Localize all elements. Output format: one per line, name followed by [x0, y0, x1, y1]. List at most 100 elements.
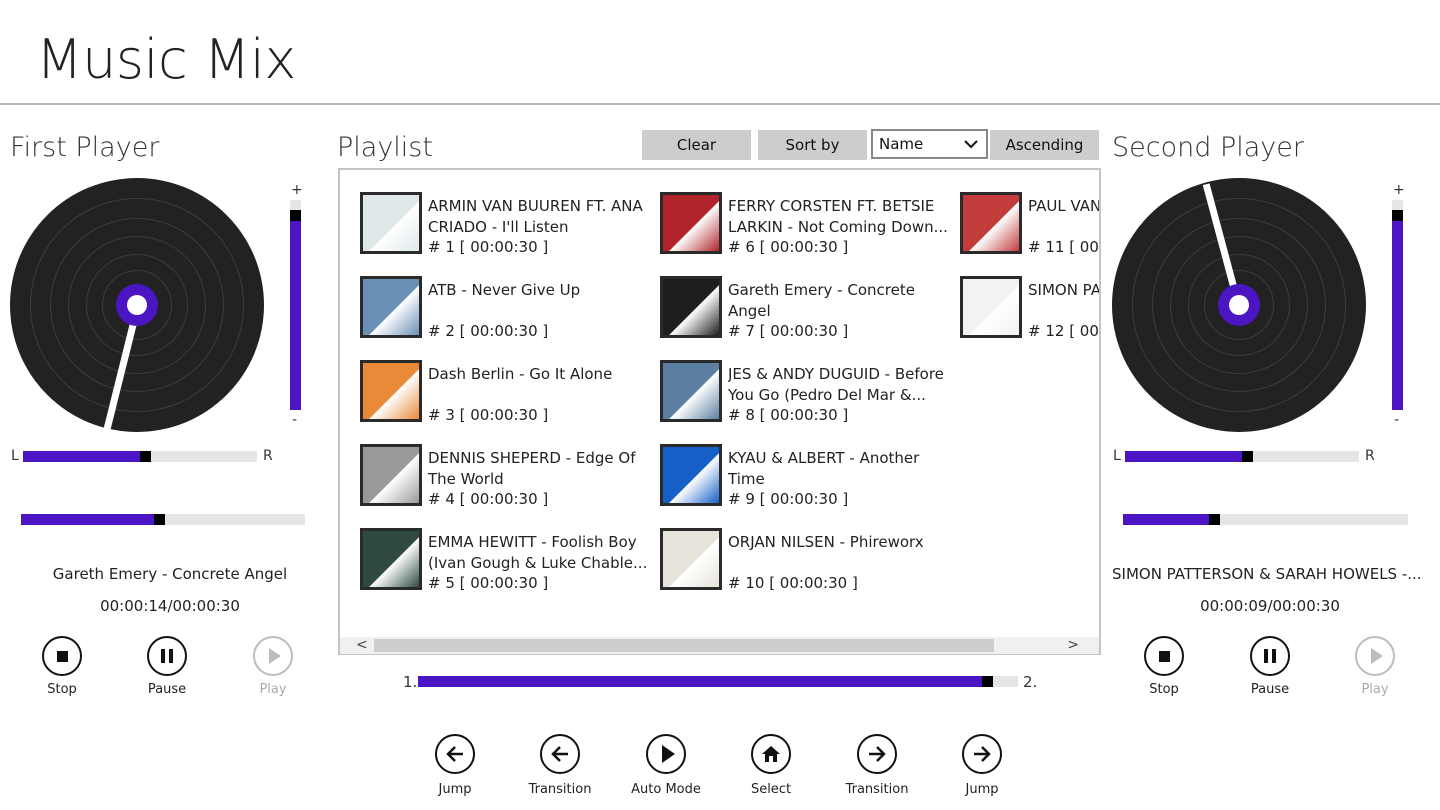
- album-art: [360, 192, 422, 254]
- track-meta: # 11 [ 00:00: [1028, 238, 1099, 256]
- stop-icon: [42, 636, 82, 676]
- clear-button[interactable]: Clear: [642, 130, 751, 160]
- jump-forward-button[interactable]: Jump: [942, 734, 1022, 797]
- auto-mode-button[interactable]: Auto Mode: [626, 734, 706, 797]
- playlist-track[interactable]: ORJAN NILSEN - Phireworx # 10 [ 00:00:30 …: [660, 528, 950, 598]
- track-title: Gareth Emery - Concrete Angel: [728, 281, 915, 320]
- second-volume-fill: [1392, 210, 1403, 410]
- transition-back-label: Transition: [528, 782, 592, 797]
- pause-icon: [147, 636, 187, 676]
- second-progress-slider[interactable]: [1123, 514, 1408, 525]
- transition-forward-button[interactable]: Transition: [837, 734, 917, 797]
- playlist-track[interactable]: ARMIN VAN BUUREN FT. ANA CRIADO - I'll L…: [360, 192, 650, 262]
- playlist-track[interactable]: PAUL VAN Don't Dese # 11 [ 00:00: [960, 192, 1099, 262]
- chevron-down-icon: [964, 140, 978, 149]
- first-balance-knob[interactable]: [140, 451, 151, 462]
- track-meta: # 1 [ 00:00:30 ]: [428, 238, 549, 256]
- track-title: ORJAN NILSEN - Phireworx: [728, 533, 924, 551]
- first-player-title: First Player: [10, 132, 160, 163]
- scroll-right-arrow[interactable]: >: [1067, 637, 1079, 654]
- second-progress-knob[interactable]: [1209, 514, 1220, 525]
- crossfader-slider[interactable]: [418, 676, 1018, 687]
- playlist-track[interactable]: SIMON PAT HOWELS - # 12 [ 00:00: [960, 276, 1100, 346]
- album-art: [360, 528, 422, 590]
- track-meta: # 8 [ 00:00:30 ]: [728, 406, 849, 424]
- second-volume-slider[interactable]: [1392, 200, 1403, 410]
- second-balance-slider[interactable]: [1125, 451, 1359, 462]
- second-player-turntable[interactable]: [1112, 178, 1366, 432]
- second-now-playing: SIMON PATTERSON & SARAH HOWELS -...: [1112, 565, 1422, 583]
- first-volume-slider[interactable]: [290, 200, 301, 410]
- first-play-label: Play: [259, 682, 287, 697]
- track-meta: # 5 [ 00:00:30 ]: [428, 574, 549, 592]
- first-progress-slider[interactable]: [21, 514, 305, 525]
- second-balance-knob[interactable]: [1242, 451, 1253, 462]
- first-stop-label: Stop: [47, 682, 77, 697]
- first-progress-knob[interactable]: [154, 514, 165, 525]
- playlist-track[interactable]: DENNIS SHEPERD - Edge Of The World # 4 [ …: [360, 444, 650, 514]
- jump-forward-label: Jump: [965, 782, 999, 797]
- first-volume-knob[interactable]: [290, 210, 301, 221]
- sort-field-select[interactable]: Name: [871, 129, 988, 159]
- track-meta: # 6 [ 00:00:30 ]: [728, 238, 849, 256]
- playlist-track[interactable]: ATB - Never Give Up # 2 [ 00:00:30 ]: [360, 276, 650, 346]
- arrow-left-icon: [435, 734, 475, 774]
- sort-by-button[interactable]: Sort by: [758, 130, 867, 160]
- second-progress-fill: [1123, 514, 1209, 525]
- playlist-track[interactable]: Gareth Emery - Concrete Angel # 7 [ 00:00…: [660, 276, 950, 346]
- track-title: Dash Berlin - Go It Alone: [428, 365, 613, 383]
- playlist-scrollbar[interactable]: < >: [340, 637, 1099, 654]
- first-balance-right-label: R: [263, 448, 273, 464]
- scrollbar-thumb[interactable]: [374, 639, 994, 652]
- album-art: [360, 276, 422, 338]
- first-balance-slider[interactable]: [23, 451, 257, 462]
- first-player-turntable[interactable]: [10, 178, 264, 432]
- first-play-button[interactable]: Play: [238, 636, 308, 697]
- playlist-track[interactable]: JES & ANDY DUGUID - Before You Go (Pedro…: [660, 360, 950, 430]
- second-time: 00:00:09/00:00:30: [1200, 597, 1340, 615]
- auto-mode-label: Auto Mode: [631, 782, 701, 797]
- playlist-track[interactable]: EMMA HEWITT - Foolish Boy (Ivan Gough & …: [360, 528, 650, 598]
- sort-field-value: Name: [879, 135, 924, 153]
- track-title: EMMA HEWITT - Foolish Boy (Ivan Gough & …: [428, 533, 648, 572]
- second-balance-right-label: R: [1365, 448, 1375, 464]
- track-meta: # 7 [ 00:00:30 ]: [728, 322, 849, 340]
- track-meta: # 10 [ 00:00:30 ]: [728, 574, 858, 592]
- playlist-track[interactable]: FERRY CORSTEN FT. BETSIE LARKIN - Not Co…: [660, 192, 950, 262]
- second-balance-left-label: L: [1113, 448, 1121, 464]
- crossfader-left-label: 1.: [403, 673, 418, 691]
- playlist-track[interactable]: Dash Berlin - Go It Alone # 3 [ 00:00:30 …: [360, 360, 650, 430]
- first-pause-button[interactable]: Pause: [132, 636, 202, 697]
- jump-back-button[interactable]: Jump: [415, 734, 495, 797]
- track-title: SIMON PAT HOWELS -: [1028, 281, 1100, 299]
- album-art: [660, 360, 722, 422]
- album-art: [660, 444, 722, 506]
- track-title: DENNIS SHEPERD - Edge Of The World: [428, 449, 636, 488]
- second-volume-plus: +: [1393, 182, 1405, 198]
- first-volume-fill: [290, 210, 301, 410]
- first-progress-fill: [21, 514, 154, 525]
- album-art: [660, 528, 722, 590]
- second-play-button[interactable]: Play: [1340, 636, 1410, 697]
- arrow-left-icon: [540, 734, 580, 774]
- ascending-button[interactable]: Ascending: [990, 130, 1099, 160]
- playlist-track[interactable]: KYAU & ALBERT - Another Time # 9 [ 00:00:…: [660, 444, 950, 514]
- first-time: 00:00:14/00:00:30: [100, 597, 240, 615]
- crossfader-knob[interactable]: [982, 676, 993, 687]
- album-art: [360, 444, 422, 506]
- playlist-title: Playlist: [337, 132, 433, 163]
- album-art: [360, 360, 422, 422]
- first-stop-button[interactable]: Stop: [27, 636, 97, 697]
- second-pause-button[interactable]: Pause: [1235, 636, 1305, 697]
- playlist-panel[interactable]: ARMIN VAN BUUREN FT. ANA CRIADO - I'll L…: [338, 168, 1101, 655]
- pause-icon: [1250, 636, 1290, 676]
- second-volume-knob[interactable]: [1392, 210, 1403, 221]
- play-icon: [1355, 636, 1395, 676]
- second-stop-button[interactable]: Stop: [1129, 636, 1199, 697]
- track-meta: # 9 [ 00:00:30 ]: [728, 490, 849, 508]
- play-icon: [253, 636, 293, 676]
- scroll-left-arrow[interactable]: <: [356, 637, 368, 654]
- first-balance-left-label: L: [11, 448, 19, 464]
- select-button[interactable]: Select: [731, 734, 811, 797]
- transition-back-button[interactable]: Transition: [520, 734, 600, 797]
